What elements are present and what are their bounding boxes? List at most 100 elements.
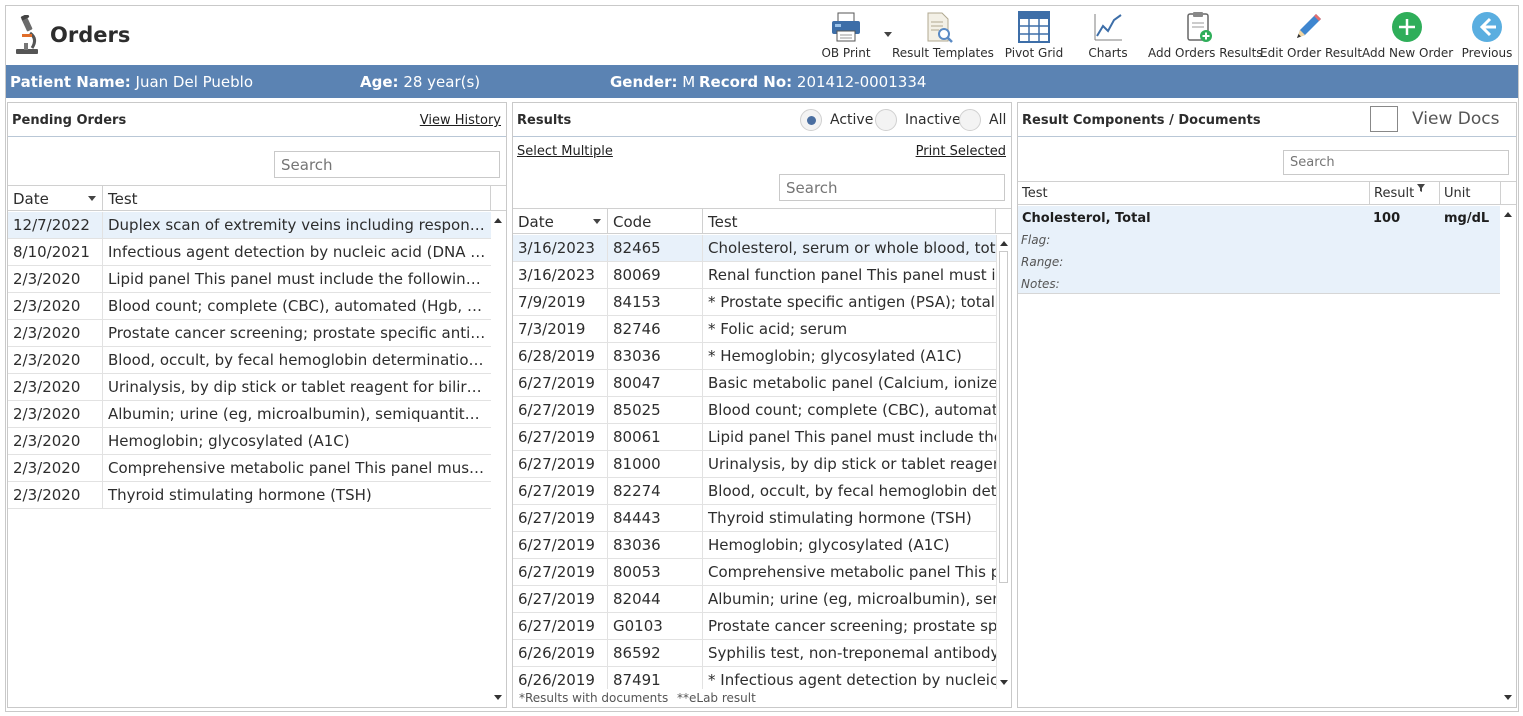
print-selected-link[interactable]: Print Selected [916,144,1006,159]
table-row[interactable]: 6/27/2019 85025 Blood count; complete (CBC… [513,397,997,424]
previous-button[interactable]: Previous [1458,6,1516,65]
table-row[interactable]: 3/16/2023 80069 Renal function panel This … [513,262,997,289]
table-row[interactable]: 2/3/2020 Prostate cancer screening; prost… [8,320,492,347]
cell-test: Syphilis test, non-treponemal antibody; … [708,644,997,662]
cell-test: Albumin; urine (eg, microalbumin), semiq… [708,590,997,608]
pending-scrollbar[interactable] [491,212,505,706]
table-row[interactable]: 6/27/2019 81000 Urinalysis, by dip stick o… [513,451,997,478]
table-row[interactable]: 6/27/2019 80061 Lipid panel This panel mus… [513,424,997,451]
table-row[interactable]: 12/7/2022 Duplex scan of extremity veins … [8,212,492,239]
scroll-down-icon[interactable] [1504,695,1512,700]
cell-date: 7/3/2019 [513,316,608,342]
table-row[interactable]: 2/3/2020 Blood count; complete (CBC), aut… [8,293,492,320]
back-arrow-icon [1472,12,1502,42]
sort-desc-icon [593,219,601,224]
cell-test: Blood count; complete (CBC), automated (… [108,297,492,315]
add-orders-results-button[interactable]: Add Orders Results [1148,6,1263,65]
cell-test: Blood, occult, by fecal hemoglobin deter… [708,482,997,500]
result-components-panel: Result Components / Documents View Docs … [1017,102,1517,708]
cell-date: 2/3/2020 [8,428,103,454]
view-docs-checkbox[interactable] [1370,106,1398,132]
table-row[interactable]: 6/28/2019 83036 * Hemoglobin; glycosylated… [513,343,997,370]
filter-icon[interactable] [1417,184,1425,192]
cell-date: 6/27/2019 [513,370,608,396]
cell-code: 80061 [608,424,703,450]
scrollbar-thumb[interactable] [999,251,1008,583]
table-row[interactable]: 3/16/2023 82465 Cholesterol, serum or whol… [513,235,997,262]
table-row[interactable]: 6/27/2019 82044 Albumin; urine (eg, microa… [513,586,997,613]
table-row[interactable]: 6/27/2019 82274 Blood, occult, by fecal he… [513,478,997,505]
cell-test: * Infectious agent detection by nucleic … [708,671,997,689]
scroll-up-icon[interactable] [1504,212,1512,217]
cell-date: 6/27/2019 [513,478,608,504]
table-row[interactable]: 2/3/2020 Lipid panel This panel must incl… [8,266,492,293]
ob-print-label: OB Print [821,46,871,60]
component-unit: mg/dL [1444,211,1490,226]
column-header-date[interactable]: Date [8,186,103,210]
column-header-test[interactable]: Test [103,186,491,210]
cell-date: 2/3/2020 [8,266,103,292]
radio-inactive[interactable]: Inactive [875,109,961,131]
cell-code: 83036 [608,532,703,558]
radio-active[interactable]: Active [800,109,873,131]
pending-orders-panel: Pending Orders View History Date Test 12… [7,102,507,708]
table-row[interactable]: 6/27/2019 83036 Hemoglobin; glycosylated (… [513,532,997,559]
select-multiple-link[interactable]: Select Multiple [517,144,613,159]
table-row[interactable]: 2/3/2020 Hemoglobin; glycosylated (A1C) [8,428,492,455]
column-header-code[interactable]: Code [608,209,703,233]
column-header-unit[interactable]: Unit [1440,182,1501,204]
table-row[interactable]: 6/27/2019 84443 Thyroid stimulating hormon… [513,505,997,532]
component-result: 100 [1373,211,1401,226]
cell-test: * Prostate specific antigen (PSA); total [708,293,995,311]
column-header-test[interactable]: Test [1018,182,1370,204]
components-scrollbar[interactable] [1501,206,1515,706]
table-row[interactable]: 2/3/2020 Urinalysis, by dip stick or tabl… [8,374,492,401]
column-header-test[interactable]: Test [703,209,996,233]
scroll-up-icon[interactable] [1000,241,1008,246]
table-row[interactable]: 6/26/2019 87491 * Infectious agent detecti… [513,667,997,689]
components-search-input[interactable] [1283,150,1509,175]
cell-test: Hemoglobin; glycosylated (A1C) [708,536,950,554]
edit-order-result-button[interactable]: Edit Order Result [1260,6,1362,65]
results-list: 3/16/2023 82465 Cholesterol, serum or whol… [513,235,997,689]
table-row[interactable]: 2/3/2020 Thyroid stimulating hormone (TSH… [8,482,492,509]
component-row[interactable]: Cholesterol, Total 100 mg/dL Flag: Range… [1018,206,1500,294]
table-row[interactable]: 2/3/2020 Blood, occult, by fecal hemoglob… [8,347,492,374]
patient-gender: Gender: M [610,73,696,91]
cell-test: Blood count; complete (CBC), automated (… [708,401,997,419]
pivot-grid-button[interactable]: Pivot Grid [1000,6,1068,65]
table-row[interactable]: 2/3/2020 Comprehensive metabolic panel Th… [8,455,492,482]
results-search-input[interactable] [779,174,1005,201]
cell-code: 85025 [608,397,703,423]
radio-all[interactable]: All [959,109,1009,131]
cell-code: 80047 [608,370,703,396]
scroll-up-icon[interactable] [494,218,502,223]
cell-date: 2/3/2020 [8,347,103,373]
table-row[interactable]: 6/27/2019 80053 Comprehensive metabolic pa… [513,559,997,586]
chevron-down-icon[interactable] [884,32,892,38]
table-row[interactable]: 6/27/2019 80047 Basic metabolic panel (Cal… [513,370,997,397]
table-row[interactable]: 7/9/2019 84153 * Prostate specific antigen… [513,289,997,316]
column-header-date[interactable]: Date [513,209,608,233]
table-row[interactable]: 2/3/2020 Albumin; urine (eg, microalbumin… [8,401,492,428]
cell-date: 12/7/2022 [8,212,103,238]
table-row[interactable]: 8/10/2021 Infectious agent detection by n… [8,239,492,266]
scroll-down-icon[interactable] [1000,680,1008,685]
table-row[interactable]: 6/26/2019 86592 Syphilis test, non-trepone… [513,640,997,667]
column-header-result[interactable]: Result [1370,182,1440,204]
view-history-link[interactable]: View History [420,113,501,128]
component-notes-label: Notes: [1021,277,1060,291]
table-row[interactable]: 7/3/2019 82746 * Folic acid; serum [513,316,997,343]
cell-date: 6/26/2019 [513,640,608,666]
cell-date: 6/27/2019 [513,397,608,423]
result-templates-button[interactable]: Result Templates [892,6,994,65]
charts-button[interactable]: Charts [1078,6,1138,65]
cell-test: Lipid panel This panel must include the … [708,428,997,446]
ob-print-button[interactable]: OB Print [814,6,892,65]
pending-search-input[interactable] [274,151,500,178]
scroll-down-icon[interactable] [494,695,502,700]
table-row[interactable]: 6/27/2019 G0103 Prostate cancer screening;… [513,613,997,640]
add-new-order-button[interactable]: Add New Order [1362,6,1453,65]
results-scrollbar[interactable] [996,235,1010,689]
radio-circle [875,109,897,131]
